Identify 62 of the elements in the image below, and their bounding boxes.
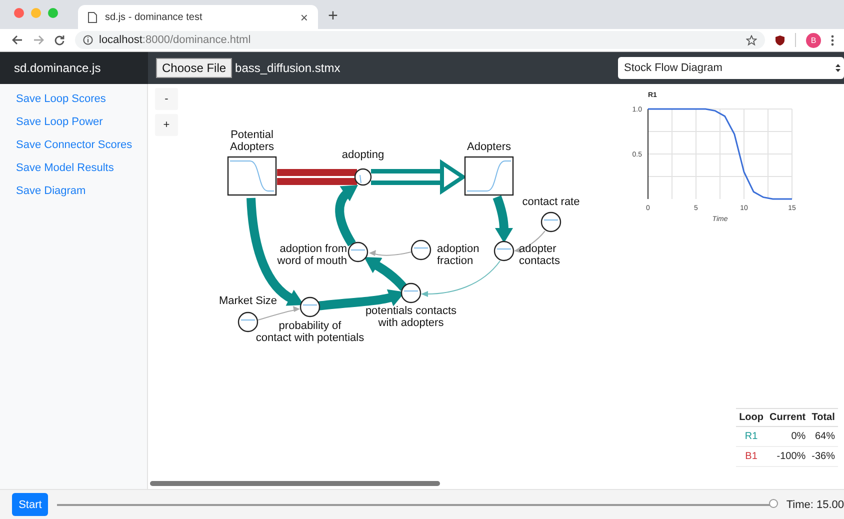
- node-label: probability of contact with potentials: [256, 321, 364, 344]
- zoom-button[interactable]: +: [155, 114, 178, 136]
- updown-icon: [835, 63, 841, 73]
- close-window-button[interactable]: [14, 8, 24, 18]
- loop-name: R1: [744, 431, 758, 442]
- loop-name: B1: [745, 451, 758, 462]
- stock-box: [227, 156, 277, 196]
- url-path: :8000/dominance.html: [142, 34, 251, 46]
- browser-tab[interactable]: sd.js - dominance test ×: [78, 5, 318, 29]
- node-label: potentials contacts with adopters: [365, 306, 457, 329]
- forward-icon[interactable]: [33, 35, 44, 45]
- node-label: adoption from word of mouth: [277, 244, 347, 267]
- variable-circle: [348, 242, 368, 262]
- sidebar-link[interactable]: Save Model Results: [16, 161, 147, 175]
- node-label: Potential Adopters: [230, 130, 274, 153]
- scrollbar[interactable]: [150, 481, 440, 486]
- app-brand: sd.dominance.js: [0, 52, 148, 84]
- node-label: adopting: [342, 150, 384, 162]
- menu-icon[interactable]: [831, 34, 834, 46]
- variable-circle: [540, 212, 562, 232]
- sidebar-link[interactable]: Save Connector Scores: [16, 138, 147, 152]
- node-label: adopter contacts: [519, 244, 560, 267]
- variable-circle: [494, 240, 514, 262]
- time-readout: Time: 15.00: [786, 498, 844, 510]
- view-select[interactable]: Stock Flow Diagram: [618, 57, 844, 79]
- maximize-window-button[interactable]: [48, 8, 58, 18]
- table-cell: -36%: [812, 451, 835, 462]
- start-button[interactable]: Start: [12, 493, 48, 516]
- zoom-button[interactable]: -: [155, 88, 178, 110]
- variable-circle: [238, 312, 258, 332]
- flow-valve: [354, 168, 372, 186]
- profile-avatar[interactable]: B: [806, 32, 821, 48]
- column-header: Loop: [736, 408, 767, 426]
- variable-circle: [410, 240, 432, 260]
- page-icon: [88, 12, 97, 22]
- node-label: adoption fraction: [437, 244, 480, 267]
- tab-close-button[interactable]: ×: [300, 10, 308, 24]
- sidebar-link[interactable]: Save Loop Scores: [16, 92, 147, 106]
- choose-file-button[interactable]: Choose File: [156, 58, 232, 78]
- sidebar-link[interactable]: Save Loop Power: [16, 115, 147, 129]
- file-name: bass_diffusion.stmx: [235, 61, 342, 75]
- new-tab-button[interactable]: +: [318, 6, 348, 29]
- node-label: contact rate: [522, 197, 580, 208]
- column-header: Current: [766, 408, 809, 426]
- back-icon[interactable]: [12, 35, 23, 45]
- url-host: localhost: [99, 34, 142, 46]
- table-cell: -100%: [776, 451, 806, 462]
- star-icon[interactable]: [746, 34, 757, 46]
- variable-circle: [400, 282, 422, 304]
- column-header: Total: [808, 408, 838, 426]
- sidebar-link[interactable]: Save Diagram: [16, 184, 147, 198]
- minimize-window-button[interactable]: [31, 8, 41, 18]
- shield-icon[interactable]: [775, 34, 785, 46]
- info-icon: [83, 35, 93, 45]
- address-bar[interactable]: localhost:8000/dominance.html: [75, 31, 765, 49]
- table-cell: 0%: [791, 431, 806, 442]
- variable-circle: [300, 296, 320, 318]
- reload-icon[interactable]: [54, 34, 65, 46]
- tab-title: sd.js - dominance test: [105, 12, 204, 22]
- node-label: Market Size: [218, 296, 278, 308]
- node-label: Adopters: [466, 142, 512, 154]
- table-cell: 64%: [814, 431, 835, 442]
